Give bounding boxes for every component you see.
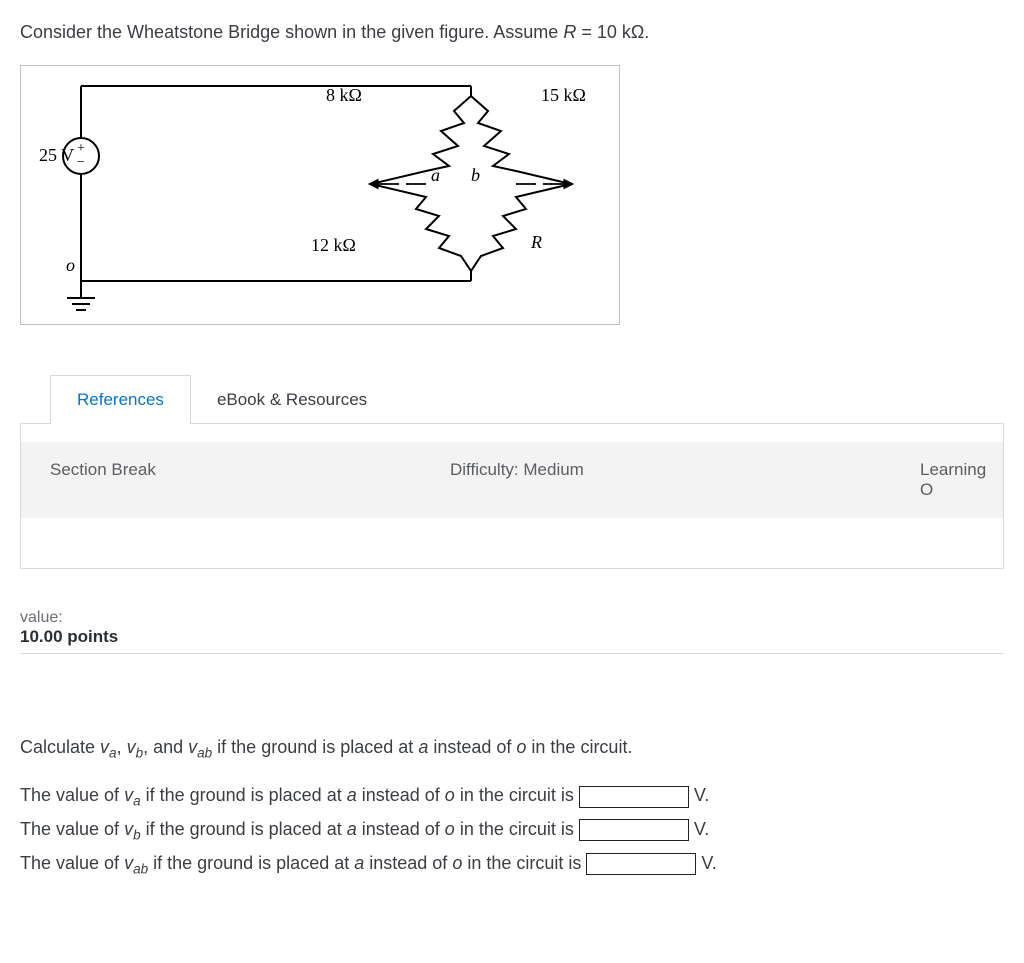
node-a: a bbox=[431, 165, 440, 185]
question-body: Calculate va, vb, and vab if the ground … bbox=[20, 734, 1004, 879]
r2-label: 15 kΩ bbox=[541, 85, 586, 105]
value-label: value: bbox=[20, 609, 1004, 627]
svg-text:−: − bbox=[77, 155, 85, 170]
prompt-text: Consider the Wheatstone Bridge shown in … bbox=[20, 22, 563, 42]
var-R: R bbox=[563, 22, 576, 42]
circuit-figure: + − 25 V o 8 kΩ 15 kΩ 12 kΩ R a b bbox=[20, 65, 620, 325]
info-bar: Section Break Difficulty: Medium Learnin… bbox=[20, 442, 1003, 518]
answer-line-va: The value of va if the ground is placed … bbox=[20, 782, 1004, 812]
r4-label: R bbox=[530, 232, 542, 252]
node-b: b bbox=[471, 165, 480, 185]
learning-label: Learning O bbox=[920, 460, 986, 500]
answer-line-vab: The value of vab if the ground is placed… bbox=[20, 850, 1004, 880]
value-points: 10.00 points bbox=[20, 627, 1004, 647]
prompt-eq: = 10 kΩ. bbox=[576, 22, 649, 42]
input-vab[interactable] bbox=[586, 853, 696, 875]
node-o: o bbox=[66, 255, 75, 275]
section-break-label: Section Break bbox=[50, 460, 450, 500]
references-panel: Section Break Difficulty: Medium Learnin… bbox=[20, 423, 1004, 569]
r1-label: 8 kΩ bbox=[326, 85, 362, 105]
answer-line-vb: The value of vb if the ground is placed … bbox=[20, 816, 1004, 846]
divider bbox=[20, 653, 1004, 654]
circuit-svg: + − 25 V o 8 kΩ 15 kΩ 12 kΩ R a b bbox=[21, 66, 619, 324]
difficulty-label: Difficulty: Medium bbox=[450, 460, 920, 500]
tab-row: References eBook & Resources bbox=[20, 375, 1004, 424]
tab-ebook[interactable]: eBook & Resources bbox=[191, 376, 393, 424]
source-label: 25 V bbox=[39, 145, 74, 165]
calc-instruction: Calculate va, vb, and vab if the ground … bbox=[20, 734, 1004, 764]
svg-text:+: + bbox=[77, 141, 85, 156]
tab-references[interactable]: References bbox=[50, 375, 191, 424]
input-vb[interactable] bbox=[579, 819, 689, 841]
input-va[interactable] bbox=[579, 786, 689, 808]
problem-prompt: Consider the Wheatstone Bridge shown in … bbox=[20, 20, 1004, 45]
value-block: value: 10.00 points bbox=[20, 609, 1004, 647]
r3-label: 12 kΩ bbox=[311, 235, 356, 255]
